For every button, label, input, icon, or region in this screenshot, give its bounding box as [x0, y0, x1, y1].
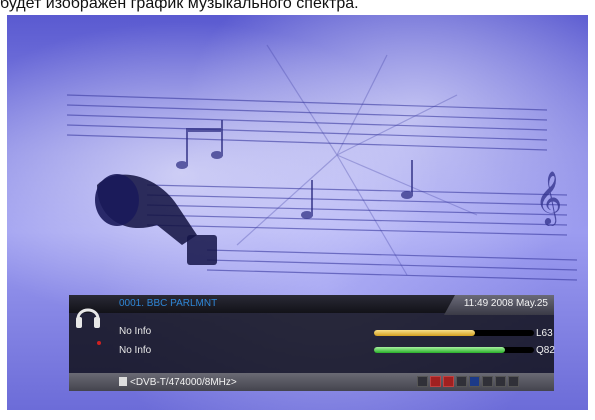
treble-clef-icon: 𝄞: [535, 170, 563, 224]
teletext-icon: [456, 376, 467, 387]
favorite-icon: [495, 376, 506, 387]
epg-icon: [508, 376, 519, 387]
subtitle-icon: [417, 376, 428, 387]
music-note-icon: [119, 377, 127, 386]
status-icons: [417, 376, 519, 388]
scramble-icon: [443, 376, 454, 387]
signal-icon: [469, 376, 480, 387]
signal-quality-fill: [374, 347, 506, 353]
info-banner: 11:49 2008 May.25 0001. BBC PARLMNT No I…: [69, 295, 555, 391]
lock-icon: [482, 376, 493, 387]
signal-level-fill: [374, 330, 475, 336]
signal-quality-label: Q82: [536, 345, 555, 356]
transponder-info: <DVB-T/474000/8MHz>: [130, 377, 237, 388]
signal-quality-bar: [374, 347, 534, 353]
program-info-next: No Info: [119, 345, 152, 356]
gramophone-icon: [95, 174, 217, 265]
signal-level-bar: [374, 330, 534, 336]
banner-footer: <DVB-T/474000/8MHz>: [69, 373, 554, 391]
tv-screen: 𝄞 11:49 2008 May.25 0001. BBC PARLMNT No…: [7, 15, 588, 410]
program-info-current: No Info: [119, 326, 152, 337]
channel-name: 0001. BBC PARLMNT: [119, 298, 218, 309]
mute-icon: [430, 376, 441, 387]
headphones-icon: [76, 308, 100, 328]
record-indicator: [97, 341, 101, 345]
datetime-label: 11:49 2008 May.25: [463, 298, 548, 309]
signal-level-label: L63: [536, 328, 553, 339]
top-caption: будет изображен график музыкального спек…: [0, 0, 359, 12]
